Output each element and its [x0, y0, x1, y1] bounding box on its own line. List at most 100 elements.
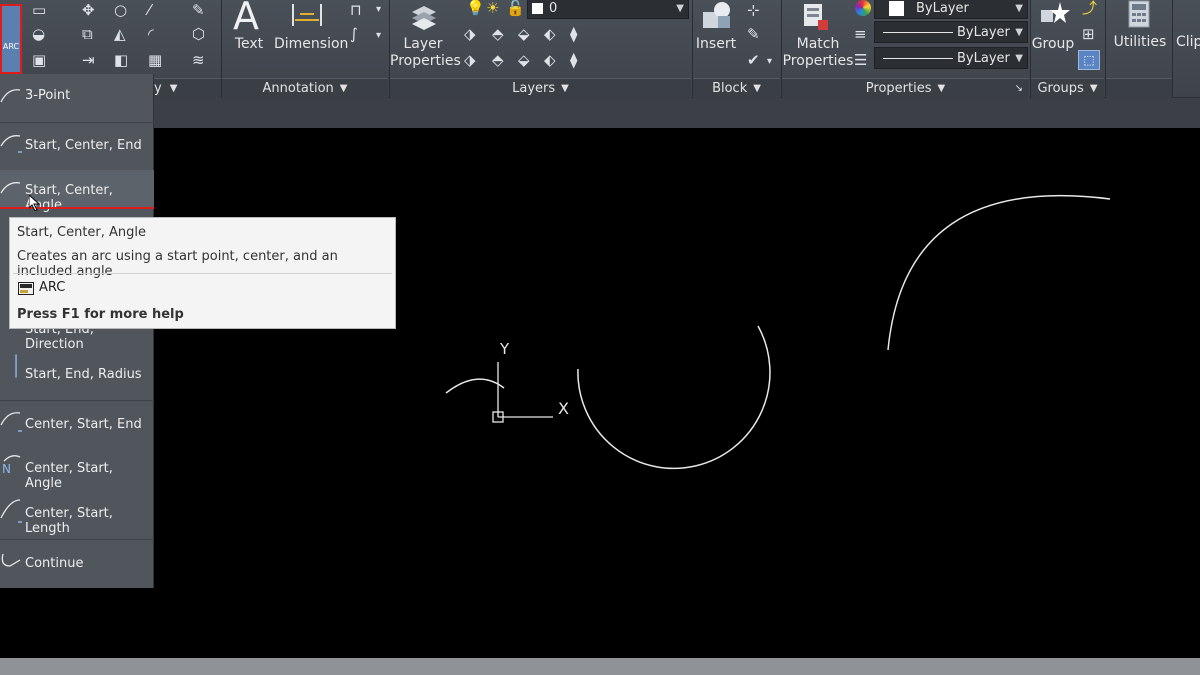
text-tool-label[interactable]: Text [232, 36, 266, 53]
command-line-icon [18, 282, 34, 295]
layers-panel-bar[interactable]: Layers ▼ [390, 78, 691, 98]
edit-attributes-icon[interactable]: ✔ [747, 52, 760, 68]
center-arc[interactable] [577, 325, 771, 470]
menu-item-label: Continue [25, 556, 84, 571]
annotation-panel-title: Annotation [262, 81, 334, 96]
file-tab-strip [0, 98, 1200, 128]
layer-lock-icon[interactable]: ⬖ [544, 26, 556, 42]
layer-combo[interactable]: 0 ▼ [527, 0, 689, 19]
groups-panel-bar[interactable]: Groups ▼ [1031, 78, 1104, 98]
arc-split-button[interactable]: ARC [0, 4, 22, 74]
fillet-icon[interactable]: ◜ [148, 26, 154, 42]
group-label[interactable]: Group [1030, 36, 1076, 53]
hatch-icon[interactable]: ◒ [32, 26, 45, 42]
layer-previous-icon[interactable]: ⬖ [544, 52, 556, 68]
array-icon[interactable]: ▦ [148, 52, 162, 68]
layer-thaw-icon[interactable]: ⬘ [492, 52, 504, 68]
layer-off-icon[interactable]: ⬗ [464, 26, 476, 42]
rotate-icon[interactable]: ○ [114, 2, 127, 18]
dialog-launcher-icon[interactable]: ↘ [1015, 83, 1023, 94]
linetype-icon[interactable]: ≡ [854, 26, 867, 42]
clipboard-label[interactable]: Clip [1176, 34, 1200, 51]
scale-icon[interactable]: ◧ [114, 52, 128, 68]
dimension-label[interactable]: Dimension [274, 36, 348, 53]
ucs-x-label: X [558, 399, 569, 418]
region-icon[interactable]: ▣ [32, 52, 46, 68]
chevron-down-icon[interactable]: ▼ [1015, 53, 1023, 64]
lightbulb-icon[interactable]: 💡 [466, 0, 485, 16]
color-swatch [889, 0, 904, 16]
leader-icon[interactable]: ⊓ [350, 2, 362, 18]
right-arc[interactable] [887, 195, 1111, 351]
layer-freeze-icon[interactable]: ⬙ [518, 26, 530, 42]
layer-match-icon[interactable]: ⧫ [570, 26, 577, 42]
layer-unisolate-icon[interactable]: ⬗ [464, 52, 476, 68]
erase-icon[interactable]: ✎ [192, 2, 205, 18]
color-wheel-icon[interactable] [855, 0, 871, 16]
tooltip-divider [13, 273, 392, 274]
block-panel-bar[interactable]: Block ▼ [693, 78, 780, 98]
properties-panel-bar[interactable]: Properties ▼ ↘ [782, 78, 1029, 98]
table-dropdown-icon[interactable]: ▾ [376, 28, 381, 44]
menu-item-label: Center, Start, Length [25, 506, 113, 536]
move-icon[interactable]: ✥ [82, 2, 95, 18]
tooltip-title: Start, Center, Angle [17, 225, 147, 240]
group-edit-icon[interactable]: ⊞ [1082, 26, 1095, 42]
stretch-icon[interactable]: ⇥ [82, 52, 95, 68]
lineweight-combo-value: ByLayer [957, 50, 1010, 66]
utilities-label[interactable]: Utilities [1110, 34, 1170, 51]
leader-dropdown-icon[interactable]: ▾ [376, 2, 381, 18]
chevron-down-icon[interactable]: ▼ [1015, 3, 1023, 14]
layer-walk-icon[interactable]: ⧫ [570, 52, 577, 68]
layer-properties-label-line2: Properties [390, 53, 461, 69]
table-icon[interactable]: ∫ [350, 26, 358, 42]
color-combo[interactable]: ByLayer ▼ [874, 0, 1028, 19]
command-tooltip: Start, Center, Angle Creates an arc usin… [9, 217, 396, 329]
chevron-down-icon[interactable]: ▼ [676, 3, 684, 14]
center-start-angle-arc-icon: N [2, 455, 21, 476]
create-block-icon[interactable]: ⊹ [747, 2, 760, 18]
group-icon[interactable] [1038, 0, 1070, 32]
insert-block-icon[interactable] [700, 0, 734, 32]
continue-arc-icon [1, 553, 21, 567]
annotation-panel-bar[interactable]: Annotation ▼ [222, 78, 388, 98]
dimension-icon[interactable] [290, 2, 324, 28]
mouse-cursor-icon [28, 193, 41, 212]
match-properties-label[interactable]: Match Properties [782, 36, 854, 70]
linetype-combo-value: ByLayer [957, 24, 1010, 40]
menu-item-label: Center, Start, Angle [25, 461, 113, 491]
edit-block-icon[interactable]: ✎ [747, 26, 760, 42]
menu-item-label: Center, Start, End [25, 417, 142, 432]
ungroup-icon[interactable]: ⤴ [1082, 0, 1097, 16]
match-properties-label-line1: Match [796, 36, 840, 52]
drawing-area[interactable] [0, 128, 1200, 658]
match-properties-icon[interactable] [800, 0, 832, 34]
mirror-icon[interactable]: ◭ [114, 26, 126, 42]
layer-isolate-icon[interactable]: ⬘ [492, 26, 504, 42]
block-dropdown-icon[interactable]: ▾ [767, 54, 772, 70]
layer-properties-icon[interactable] [408, 2, 438, 32]
layer-properties-label[interactable]: Layer Properties [390, 36, 461, 70]
center-start-end-arc-icon [0, 412, 22, 432]
drawing-canvas[interactable]: Y X [0, 128, 1200, 658]
calculator-icon[interactable] [1128, 0, 1150, 28]
explode-icon[interactable]: ⬡ [192, 26, 205, 42]
lock-icon[interactable]: 🔓 [506, 0, 525, 16]
rectangle-icon[interactable]: ▭ [32, 2, 46, 18]
chevron-down-icon[interactable]: ▼ [1015, 27, 1023, 38]
lineweight-combo[interactable]: ByLayer ▼ [874, 47, 1028, 69]
selected-item-underline [0, 207, 154, 209]
linetype-combo[interactable]: ByLayer ▼ [874, 21, 1028, 43]
trim-icon[interactable]: ⁄ [148, 2, 151, 18]
draw-modify-panel-bar[interactable]: y ▼ [154, 78, 221, 98]
lineweight-icon[interactable]: ☰ [854, 52, 867, 68]
text-tool-icon[interactable]: A [233, 0, 259, 38]
chevron-down-icon: ▼ [169, 83, 178, 94]
copy-icon[interactable]: ⧉ [82, 26, 93, 42]
small-arc[interactable] [445, 378, 505, 394]
insert-label[interactable]: Insert [694, 36, 738, 53]
group-selection-icon[interactable]: ⬚ [1078, 50, 1100, 70]
layer-unlock-icon[interactable]: ⬙ [518, 52, 530, 68]
offset-icon[interactable]: ≋ [192, 52, 205, 68]
sun-icon[interactable]: ☀ [486, 0, 499, 16]
